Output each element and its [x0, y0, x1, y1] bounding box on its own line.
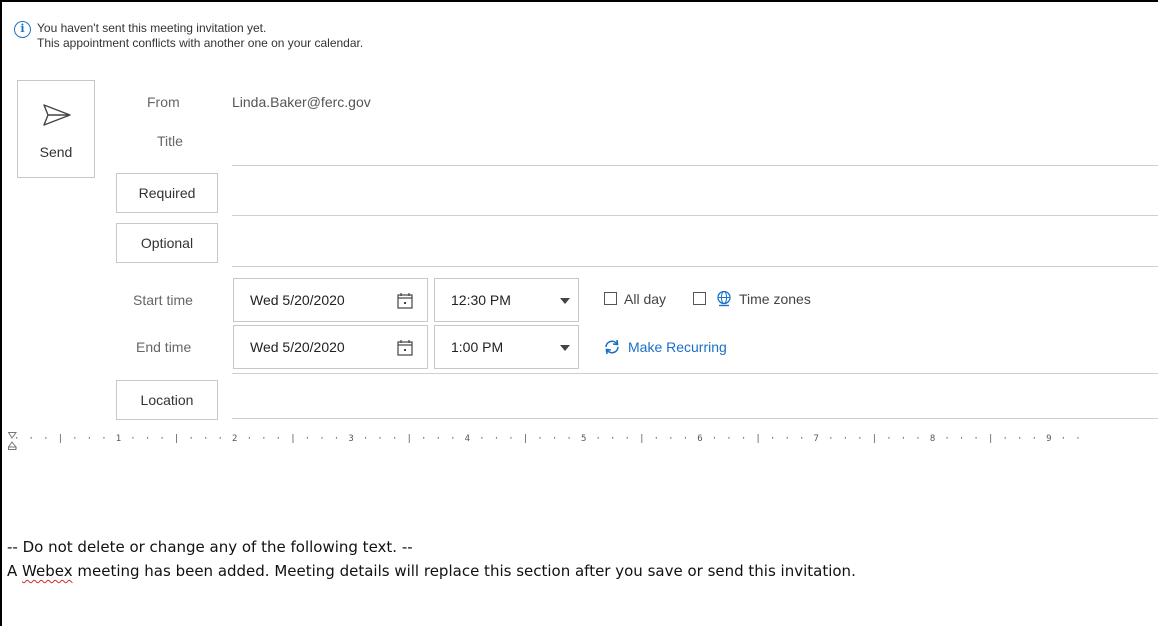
ruler[interactable]: · · · | · · · 1 · · · | · · · 2 · · · | … — [2, 432, 1158, 450]
all-day-label: All day — [624, 291, 667, 307]
start-date-value: Wed 5/20/2020 — [250, 292, 345, 308]
send-icon — [43, 104, 71, 126]
end-date-picker[interactable]: Wed 5/20/2020 — [233, 325, 428, 369]
end-date-value: Wed 5/20/2020 — [250, 339, 345, 355]
time-zones-label: Time zones — [739, 291, 811, 307]
calendar-icon — [397, 293, 413, 309]
required-input[interactable] — [232, 215, 1158, 216]
title-input[interactable] — [232, 165, 1158, 166]
location-input[interactable] — [232, 418, 1158, 419]
end-time-label: End time — [136, 339, 192, 355]
optional-button[interactable]: Optional — [116, 223, 218, 263]
datetime-divider — [232, 373, 1158, 374]
start-time-value: 12:30 PM — [451, 292, 511, 308]
end-time-dropdown[interactable]: 1:00 PM — [434, 325, 579, 369]
webex-word: Webex — [22, 562, 73, 580]
from-label: From — [147, 94, 180, 110]
info-icon: i — [14, 21, 31, 38]
body-word-a: A — [7, 562, 18, 580]
body-line-2-rest: meeting has been added. Meeting details … — [77, 562, 856, 580]
start-date-picker[interactable]: Wed 5/20/2020 — [233, 278, 428, 322]
from-value[interactable]: Linda.Baker@ferc.gov — [232, 94, 371, 110]
body-line-1[interactable]: -- Do not delete or change any of the fo… — [7, 538, 413, 556]
send-label: Send — [39, 144, 73, 160]
body-line-2[interactable]: A Webex meeting has been added. Meeting … — [7, 562, 856, 580]
send-button[interactable]: Send — [17, 80, 95, 178]
end-time-value: 1:00 PM — [451, 339, 504, 355]
info-message: You haven't sent this meeting invitation… — [37, 21, 267, 35]
make-recurring-link[interactable]: Make Recurring — [628, 339, 727, 355]
recurring-icon — [605, 339, 619, 355]
location-button[interactable]: Location — [116, 380, 218, 420]
required-button[interactable]: Required — [116, 173, 218, 213]
start-time-dropdown[interactable]: 12:30 PM — [434, 278, 579, 322]
ruler-scale: · · · | · · · 1 · · · | · · · 2 · · · | … — [14, 434, 1083, 444]
optional-input[interactable] — [232, 266, 1158, 267]
chevron-down-icon — [560, 298, 570, 304]
title-label: Title — [157, 133, 183, 149]
calendar-icon — [397, 340, 413, 356]
conflict-message: This appointment conflicts with another … — [37, 36, 364, 50]
time-zones-checkbox[interactable] — [693, 292, 706, 305]
chevron-down-icon — [560, 345, 570, 351]
start-time-label: Start time — [133, 292, 193, 308]
all-day-checkbox[interactable] — [604, 292, 617, 305]
globe-icon — [717, 290, 731, 307]
